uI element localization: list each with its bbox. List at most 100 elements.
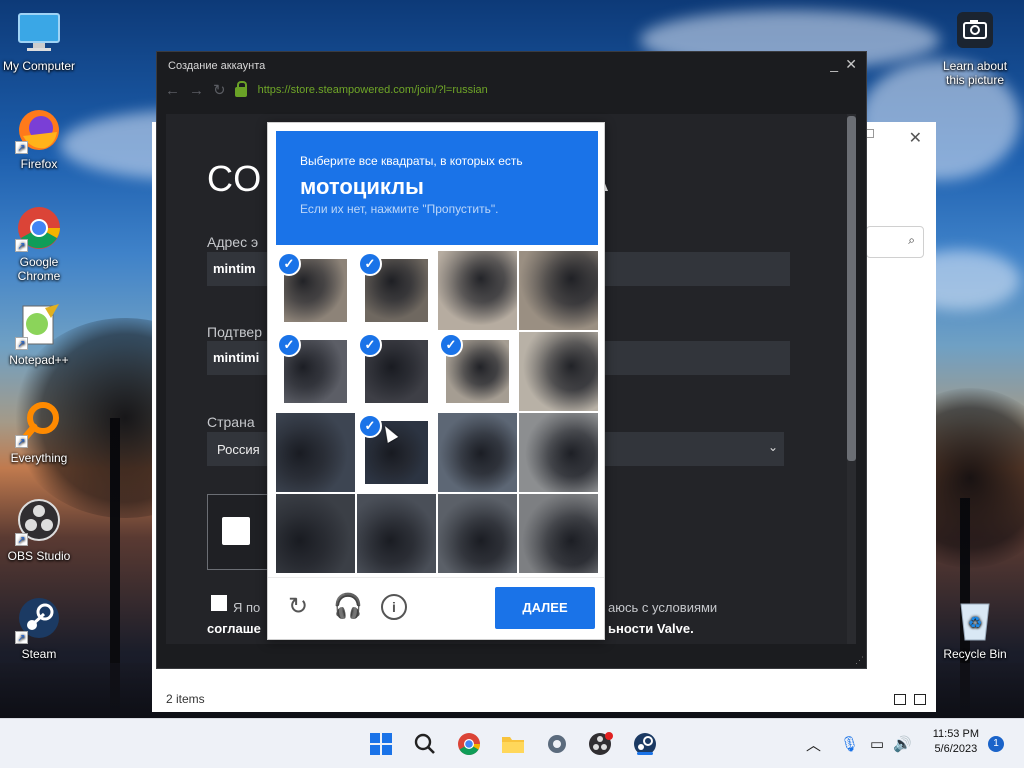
recaptcha-widget[interactable] xyxy=(207,494,276,570)
desktop-icon-my-computer[interactable]: My Computer xyxy=(0,8,78,73)
reload-icon[interactable]: ↻ xyxy=(213,81,226,99)
chrome-icon[interactable] xyxy=(455,730,483,758)
search-icon[interactable] xyxy=(411,730,439,758)
captcha-tile[interactable]: ✓ xyxy=(276,332,355,411)
recycle-bin-icon: ♻ xyxy=(951,596,999,644)
scrollbar-thumb[interactable] xyxy=(847,116,856,461)
captcha-tile-image xyxy=(519,413,598,492)
steam-icon: ↗ xyxy=(15,596,63,644)
next-button[interactable]: ДАЛЕЕ xyxy=(495,587,595,629)
microphone-icon[interactable]: 🎙 xyxy=(840,719,859,768)
clock-time: 11:53 PM xyxy=(932,728,979,740)
captcha-hint: Если их нет, нажмите "Пропустить". xyxy=(300,202,499,216)
headphones-icon[interactable]: 🎧 xyxy=(333,594,363,620)
captcha-tile[interactable] xyxy=(519,494,598,573)
captcha-tile[interactable] xyxy=(438,494,517,573)
agree-text: Я по xyxy=(233,600,261,615)
confirm-email-label: Подтвер xyxy=(207,324,262,340)
captcha-tile[interactable] xyxy=(438,413,517,492)
country-label: Страна xyxy=(207,414,255,430)
network-icon[interactable]: ▭ xyxy=(870,719,884,768)
url-bar[interactable]: https://store.steampowered.com/join/?l=r… xyxy=(258,84,488,96)
captcha-tile[interactable]: ✓ xyxy=(438,332,517,411)
captcha-tile-image xyxy=(519,332,598,411)
captcha-tile[interactable]: ✓ xyxy=(357,413,436,492)
resize-grip-icon[interactable]: ⋰ xyxy=(855,655,864,666)
captcha-tile-image xyxy=(519,251,598,330)
forward-icon[interactable]: → xyxy=(189,82,204,99)
agree-checkbox[interactable] xyxy=(211,595,227,611)
close-icon[interactable]: ✕ xyxy=(909,128,922,148)
desktop-icon-steam[interactable]: ↗ Steam xyxy=(0,596,78,661)
captcha-tile[interactable] xyxy=(438,251,517,330)
captcha-tile[interactable] xyxy=(519,332,598,411)
volume-icon[interactable]: 🔊 xyxy=(893,719,912,768)
captcha-tile[interactable]: ✓ xyxy=(357,332,436,411)
show-hidden-icons[interactable]: ︿ xyxy=(806,719,821,768)
desktop-icon-label: My Computer xyxy=(2,59,76,73)
firefox-icon: ↗ xyxy=(15,106,63,154)
shortcut-arrow-icon: ↗ xyxy=(15,337,28,350)
folder-icon[interactable] xyxy=(499,730,527,758)
search-input[interactable]: ⌕ xyxy=(866,226,924,258)
desktop-icon-firefox[interactable]: ↗ Firefox xyxy=(0,106,78,171)
captcha-tile[interactable]: ✓ xyxy=(276,251,355,330)
reload-icon[interactable]: ↻ xyxy=(285,594,311,620)
desktop-icon-label: OBS Studio xyxy=(7,549,71,563)
status-bar-count: 2 items xyxy=(166,692,205,706)
obs-icon[interactable] xyxy=(587,730,615,758)
recaptcha-checkbox[interactable] xyxy=(222,517,250,545)
captcha-header: Выберите все квадраты, в которых есть мо… xyxy=(276,131,598,245)
tiles-view-icon[interactable] xyxy=(914,694,926,705)
captcha-tile[interactable] xyxy=(357,494,436,573)
chevron-down-icon: ⌄ xyxy=(767,440,778,454)
agreement-link[interactable]: соглаше xyxy=(207,621,261,636)
search-icon: ⌕ xyxy=(908,233,915,247)
desktop-icon-label: Everything xyxy=(10,451,68,465)
svg-text:♻: ♻ xyxy=(968,613,982,632)
windows-start-icon[interactable] xyxy=(367,730,395,758)
captcha-target: мотоциклы xyxy=(300,174,424,199)
desktop-icon-everything[interactable]: ↗ Everything xyxy=(0,400,78,465)
checkmark-icon: ✓ xyxy=(358,414,382,438)
captcha-tile-image xyxy=(276,494,355,573)
privacy-link[interactable]: ьности Valve. xyxy=(608,621,694,636)
desktop-icon-notepadpp[interactable]: ↗ Notepad++ xyxy=(0,302,78,367)
steam-icon[interactable] xyxy=(631,730,659,758)
minimize-icon[interactable]: _ xyxy=(830,56,838,72)
shortcut-arrow-icon: ↗ xyxy=(15,631,28,644)
settings-gear-icon[interactable] xyxy=(543,730,571,758)
active-indicator xyxy=(637,752,653,755)
agree-text-right: аюсь с условиями xyxy=(608,600,718,615)
chrome-icon: ↗ xyxy=(15,204,63,252)
captcha-tile[interactable] xyxy=(276,494,355,573)
captcha-tile[interactable] xyxy=(519,413,598,492)
captcha-tile-image xyxy=(357,494,436,573)
captcha-tile[interactable] xyxy=(276,413,355,492)
close-icon[interactable]: ✕ xyxy=(845,56,857,73)
clock[interactable]: 11:53 PM 5/6/2023 xyxy=(933,727,979,757)
shortcut-arrow-icon: ↗ xyxy=(15,141,28,154)
captcha-instruction: Выберите все квадраты, в которых есть xyxy=(300,154,523,168)
scrollbar[interactable] xyxy=(847,114,856,644)
desktop-icon-recycle-bin[interactable]: ♻ Recycle Bin xyxy=(936,596,1014,661)
email-label: Адрес э xyxy=(207,234,259,250)
details-view-icon[interactable] xyxy=(894,694,906,705)
checkmark-icon: ✓ xyxy=(439,333,463,357)
back-icon[interactable]: ← xyxy=(165,82,180,99)
desktop-icon-chrome[interactable]: ↗ Google Chrome xyxy=(0,204,78,283)
captcha-tile[interactable] xyxy=(519,251,598,330)
notification-badge[interactable]: 1 xyxy=(988,736,1004,752)
info-icon[interactable]: i xyxy=(381,594,407,620)
captcha-challenge: Выберите все квадраты, в которых есть мо… xyxy=(267,122,605,640)
lock-icon xyxy=(234,81,247,97)
obs-icon: ↗ xyxy=(15,498,63,546)
checkmark-icon: ✓ xyxy=(277,333,301,357)
desktop-icon-learn-picture[interactable]: Learn about this picture xyxy=(936,8,1014,87)
desktop-icon-obs[interactable]: ↗ OBS Studio xyxy=(0,498,78,563)
captcha-tile-image xyxy=(276,413,355,492)
clock-date: 5/6/2023 xyxy=(934,743,978,755)
desktop-icon-label: Learn about this picture xyxy=(942,59,1008,87)
captcha-tile[interactable]: ✓ xyxy=(357,251,436,330)
desktop-icon-label: Google Chrome xyxy=(17,255,61,283)
